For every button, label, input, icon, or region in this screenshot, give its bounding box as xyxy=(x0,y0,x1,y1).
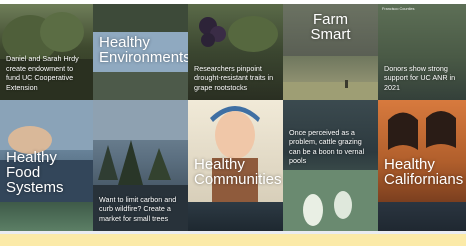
tile-donors-support[interactable]: Francisco Counties Donors show strong su… xyxy=(378,4,466,100)
tile-pasture xyxy=(283,56,378,100)
tile-healthy-food-systems[interactable]: Healthy Food Systems xyxy=(0,100,93,202)
hrdy-caption: Daniel and Sarah Hrdy create endowment t… xyxy=(6,54,79,92)
tile-col5-bottom xyxy=(378,202,466,231)
tile-col3-bottom xyxy=(188,202,283,231)
tile-healthy-californians[interactable]: Healthy Californians xyxy=(378,100,466,202)
grape-caption: Researchers pinpoint drought-resistant t… xyxy=(194,63,274,92)
tile-healthy-communities[interactable]: Healthy Communities xyxy=(188,100,283,202)
donors-caption: Donors show strong support for UC ANR in… xyxy=(384,63,456,92)
tile-hrdy-endowment[interactable]: Daniel and Sarah Hrdy create endowment t… xyxy=(0,4,93,100)
cattle-caption: Once perceived as a problem, cattle graz… xyxy=(289,127,365,165)
donors-small-header: Francisco Counties xyxy=(382,7,415,11)
bottom-band xyxy=(0,234,466,246)
carbon-caption: Want to limit carbon and curb wildfire? … xyxy=(99,194,177,223)
healthy-environments-title: Healthy Environments xyxy=(99,34,188,66)
pasture-image xyxy=(283,80,378,100)
farm-smart-title: Farm Smart xyxy=(310,11,351,43)
tile-small-trees-market[interactable]: Want to limit carbon and curb wildfire? … xyxy=(93,100,188,231)
tile-farm-smart[interactable]: Farm Smart xyxy=(283,4,378,56)
healthy-food-systems-title: Healthy Food Systems xyxy=(6,148,64,196)
tile-col1-bottom xyxy=(0,202,93,231)
tile-cattle-grazing[interactable]: Once perceived as a problem, cattle graz… xyxy=(283,100,378,231)
healthy-californians-title: Healthy Californians xyxy=(384,156,464,188)
tile-healthy-environments[interactable]: Healthy Environments xyxy=(93,4,188,100)
healthy-communities-title: Healthy Communities xyxy=(194,156,282,188)
tile-grape-rootstocks[interactable]: Researchers pinpoint drought-resistant t… xyxy=(188,4,283,100)
article-mosaic: Daniel and Sarah Hrdy create endowment t… xyxy=(0,0,466,246)
